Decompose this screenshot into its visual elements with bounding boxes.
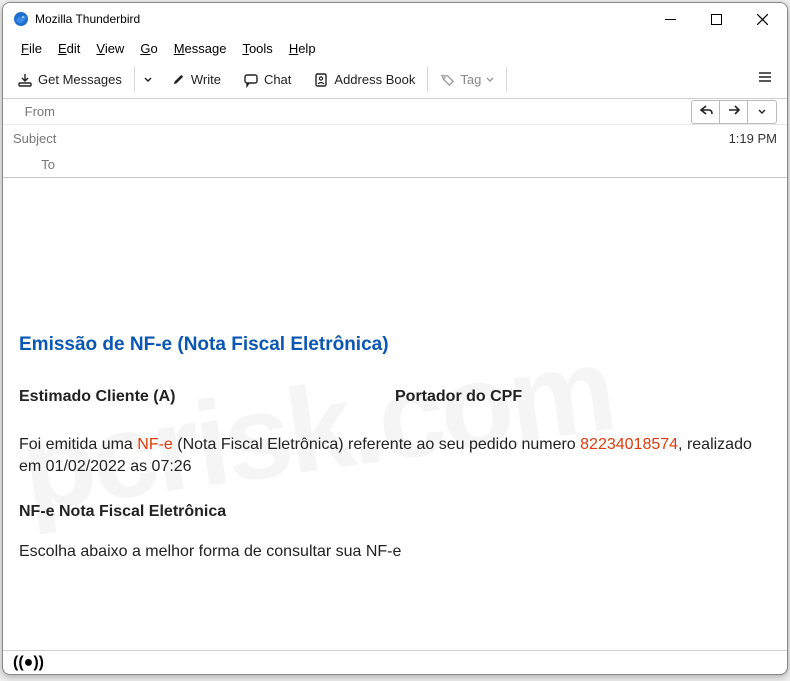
message-body: pcrisk.com Emissão de NF-e (Nota Fiscal … bbox=[3, 178, 787, 650]
header-from-row: From bbox=[3, 99, 787, 125]
cpf-holder-label: Portador do CPF bbox=[395, 388, 771, 406]
separator bbox=[427, 67, 428, 92]
chevron-down-icon bbox=[486, 72, 494, 87]
separator bbox=[134, 67, 135, 92]
chevron-down-icon bbox=[758, 104, 766, 119]
menu-bar: File Edit View Go Message Tools Help bbox=[3, 35, 787, 61]
header-subject-row: Subject 1:19 PM bbox=[3, 125, 787, 151]
close-button[interactable] bbox=[739, 4, 785, 34]
body-paragraph-1: Foi emitida uma NF-e (Nota Fiscal Eletrô… bbox=[19, 434, 771, 479]
pencil-icon bbox=[171, 72, 186, 87]
tag-button[interactable]: Tag bbox=[432, 68, 502, 91]
chat-button[interactable]: Chat bbox=[235, 68, 299, 92]
header-to-row: To bbox=[3, 151, 787, 177]
subject-label: Subject bbox=[13, 131, 63, 146]
reply-arrow-icon bbox=[699, 104, 713, 119]
p1-mid: (Nota Fiscal Eletrônica) referente ao se… bbox=[173, 436, 580, 453]
separator bbox=[506, 67, 507, 92]
tag-label: Tag bbox=[460, 72, 481, 87]
get-messages-label: Get Messages bbox=[38, 72, 122, 87]
message-time: 1:19 PM bbox=[729, 131, 777, 146]
address-book-icon bbox=[313, 72, 329, 88]
greeting-row: Estimado Cliente (A) Portador do CPF bbox=[19, 388, 771, 406]
thunderbird-icon bbox=[13, 11, 29, 27]
email-title: Emissão de NF-e (Nota Fiscal Eletrônica) bbox=[19, 334, 771, 356]
window-title: Mozilla Thunderbird bbox=[35, 12, 140, 26]
tag-icon bbox=[440, 72, 455, 87]
get-messages-dropdown[interactable] bbox=[139, 76, 157, 84]
status-bar: ((●)) bbox=[3, 650, 787, 674]
nfe-subhead: NF-e Nota Fiscal Eletrônica bbox=[19, 503, 771, 521]
forward-button[interactable] bbox=[720, 101, 748, 123]
minimize-button[interactable] bbox=[647, 4, 693, 34]
instruction-text: Escolha abaixo a melhor forma de consult… bbox=[19, 543, 771, 561]
get-messages-button[interactable]: Get Messages bbox=[9, 68, 130, 92]
menu-go[interactable]: Go bbox=[132, 38, 165, 59]
menu-tools[interactable]: Tools bbox=[234, 38, 280, 59]
write-label: Write bbox=[191, 72, 221, 87]
menu-message[interactable]: Message bbox=[166, 38, 235, 59]
address-book-label: Address Book bbox=[334, 72, 415, 87]
maximize-button[interactable] bbox=[693, 4, 739, 34]
menu-file[interactable]: File bbox=[13, 38, 50, 59]
p1-prefix: Foi emitida uma bbox=[19, 436, 137, 453]
app-menu-button[interactable] bbox=[749, 65, 781, 94]
forward-arrow-icon bbox=[727, 104, 741, 119]
salutation: Estimado Cliente (A) bbox=[19, 388, 395, 406]
toolbar: Get Messages Write Chat Address Book Tag bbox=[3, 61, 787, 99]
chat-icon bbox=[243, 72, 259, 88]
message-headers: From Subject 1:19 PM To bbox=[3, 99, 787, 178]
from-label: From bbox=[13, 104, 63, 119]
app-window: Mozilla Thunderbird File Edit View Go Me… bbox=[2, 2, 788, 675]
menu-help[interactable]: Help bbox=[281, 38, 324, 59]
menu-view[interactable]: View bbox=[88, 38, 132, 59]
to-label: To bbox=[13, 157, 63, 172]
more-actions-button[interactable] bbox=[748, 101, 776, 123]
chat-label: Chat bbox=[264, 72, 291, 87]
online-status-icon[interactable]: ((●)) bbox=[13, 654, 44, 672]
reply-button[interactable] bbox=[692, 101, 720, 123]
title-bar: Mozilla Thunderbird bbox=[3, 3, 787, 35]
hamburger-icon bbox=[757, 72, 773, 89]
menu-edit[interactable]: Edit bbox=[50, 38, 88, 59]
order-number: 82234018574 bbox=[580, 436, 678, 453]
download-icon bbox=[17, 72, 33, 88]
address-book-button[interactable]: Address Book bbox=[305, 68, 423, 92]
write-button[interactable]: Write bbox=[163, 68, 229, 91]
nav-buttons bbox=[691, 100, 777, 124]
nfe-highlight: NF-e bbox=[137, 436, 173, 453]
